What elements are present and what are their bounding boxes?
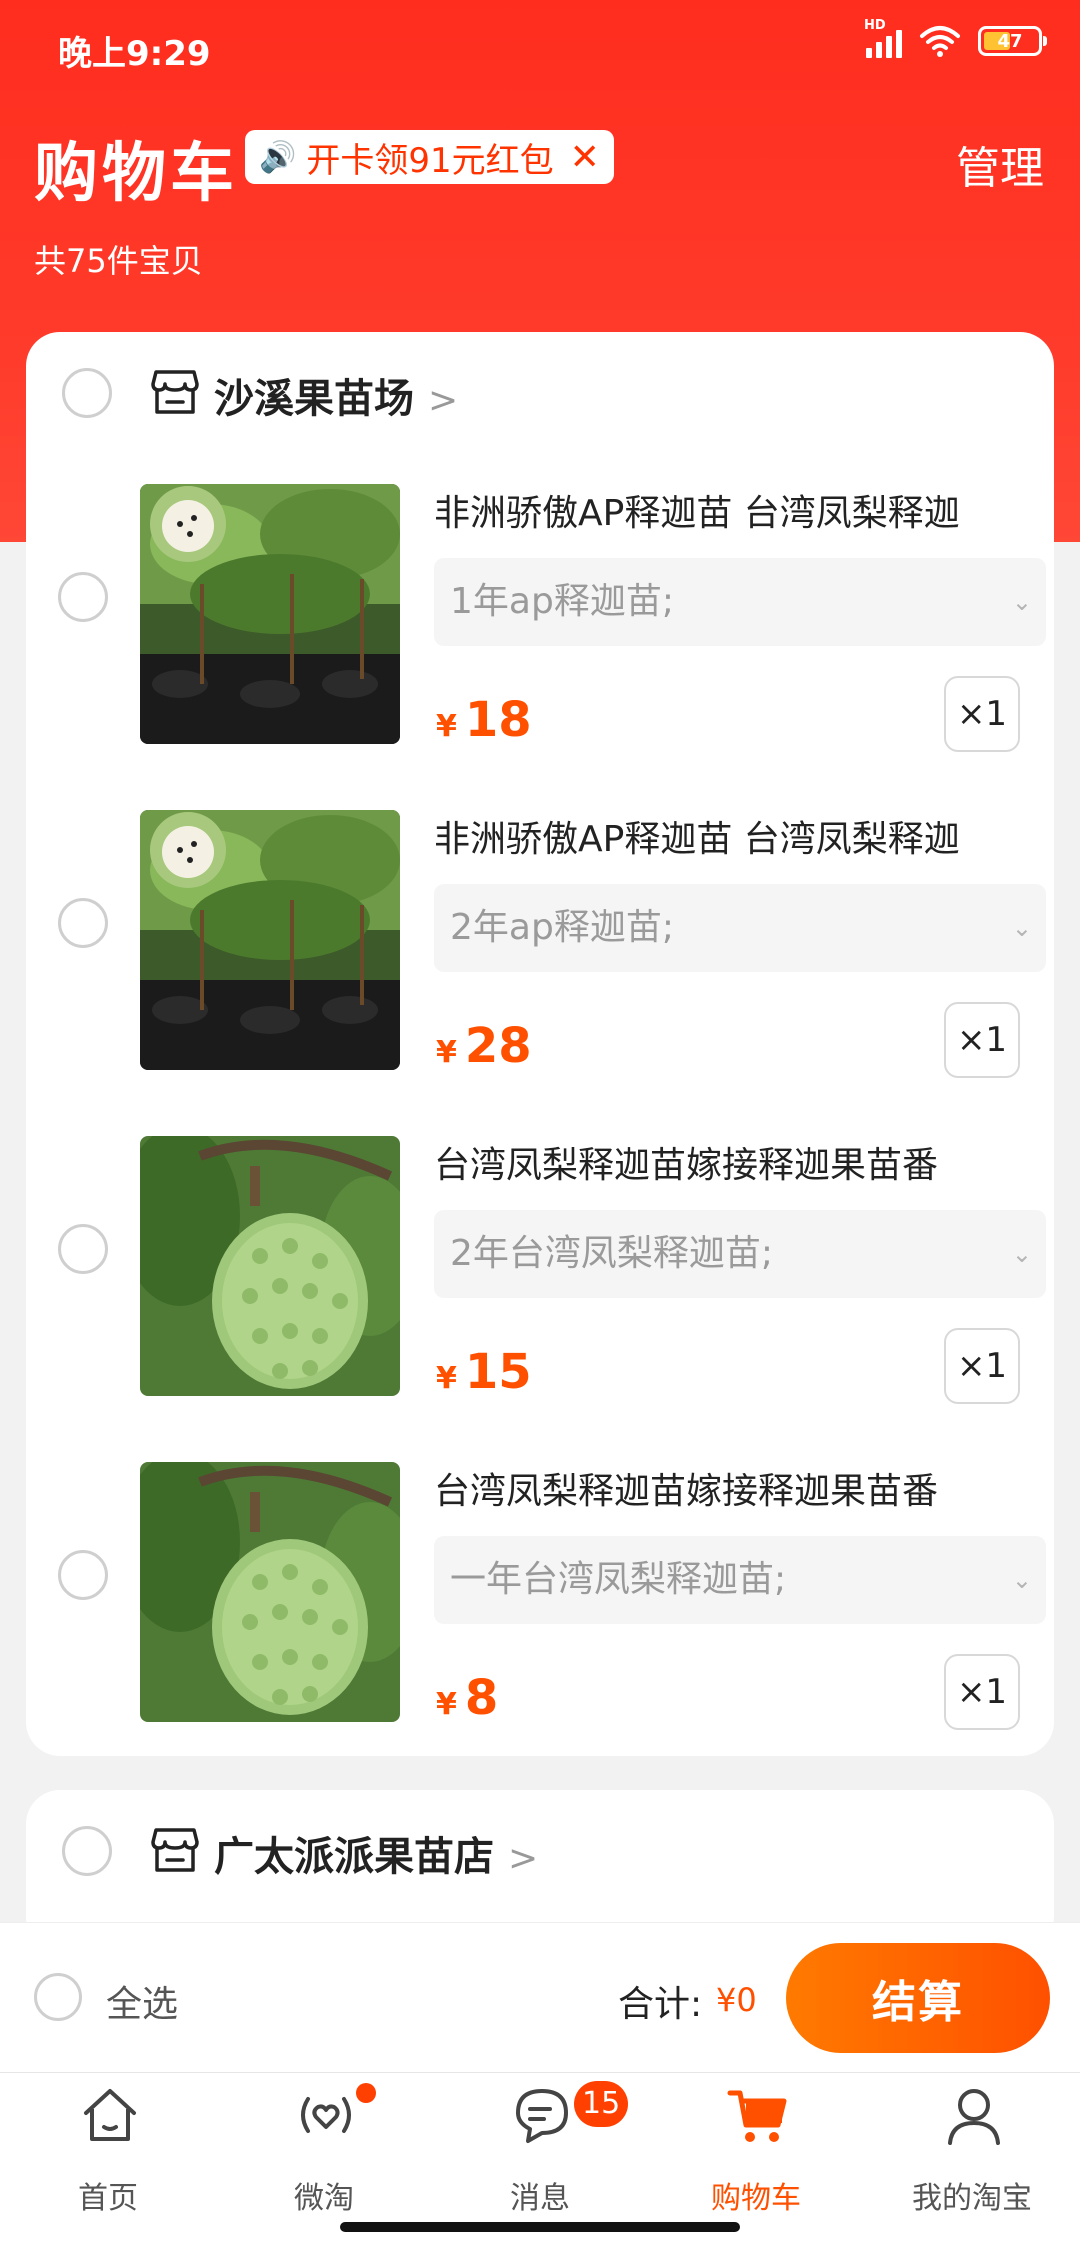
item-select-checkbox[interactable] — [58, 1550, 108, 1600]
shop-select-checkbox[interactable] — [62, 368, 112, 418]
promo-text: 开卡领91元红包 — [306, 140, 554, 181]
variant-selector[interactable]: 1年ap释迦苗; ⌄ — [434, 558, 1046, 646]
quantity-stepper[interactable]: ×1 — [944, 1328, 1020, 1404]
product-image[interactable] — [140, 810, 400, 1070]
wifi-icon — [920, 26, 960, 57]
chevron-right-icon: > — [428, 380, 459, 421]
cart-item: 非洲骄傲AP释迦苗 台湾凤梨释迦 1年ap释迦苗; ⌄ ¥18 ×1 — [26, 484, 1054, 752]
item-select-checkbox[interactable] — [58, 898, 108, 948]
close-icon[interactable]: ✕ — [570, 137, 600, 178]
notification-dot — [356, 2083, 376, 2103]
shop-card: 沙溪果苗场 > 非洲骄傲AP释迦苗 台湾凤梨释迦 1年ap释迦苗; ⌄ ¥ 18… — [26, 332, 1054, 1756]
item-price: ¥18 — [436, 692, 532, 748]
store-icon — [151, 1828, 199, 1872]
chevron-down-icon: ⌄ — [1011, 1240, 1032, 1268]
manage-button[interactable]: 管理 — [956, 132, 1044, 196]
tab-my-taobao[interactable]: 我的淘宝 — [864, 2073, 1080, 2248]
tab-label: 购物车 — [711, 2181, 801, 2216]
quantity-stepper[interactable]: ×1 — [944, 1002, 1020, 1078]
store-icon — [151, 370, 199, 414]
status-bar: 晚上9:29 HD 47 — [0, 0, 1080, 92]
shop-header[interactable]: 广太派派果苗店 > — [26, 1790, 1054, 1918]
quantity-stepper[interactable]: ×1 — [944, 1654, 1020, 1730]
total-label: 合计: — [618, 1984, 703, 2025]
shop-name[interactable]: 沙溪果苗场 > — [214, 366, 458, 424]
total-value: ¥0 — [716, 1981, 757, 2019]
chevron-down-icon: ⌄ — [1011, 1566, 1032, 1594]
item-title[interactable]: 非洲骄傲AP释迦苗 台湾凤梨释迦 — [434, 810, 1044, 862]
message-icon — [516, 2089, 568, 2143]
item-count: 共75件宝贝 — [34, 242, 203, 280]
page-title: 购物车 — [34, 137, 238, 211]
checkout-button[interactable]: 结算 — [786, 1943, 1050, 2053]
chevron-right-icon: > — [508, 1838, 539, 1879]
item-select-checkbox[interactable] — [58, 572, 108, 622]
product-image[interactable] — [140, 1136, 400, 1396]
cart-item: 台湾凤梨释迦苗嫁接释迦果苗番 一年台湾凤梨释迦苗; ⌄ ¥8 ×1 — [26, 1462, 1054, 1730]
home-indicator[interactable] — [340, 2222, 740, 2232]
home-icon — [84, 2089, 136, 2141]
status-icons: HD 47 — [864, 18, 1047, 58]
variant-selector[interactable]: 2年台湾凤梨释迦苗; ⌄ — [434, 1210, 1046, 1298]
chevron-down-icon: ⌄ — [1011, 588, 1032, 616]
cellular-signal-icon: HD — [864, 18, 902, 58]
tab-home[interactable]: 首页 — [0, 2073, 216, 2248]
battery-icon: 47 — [978, 26, 1047, 56]
item-select-checkbox[interactable] — [58, 1224, 108, 1274]
tab-label: 我的淘宝 — [912, 2181, 1032, 2216]
cart-item: 非洲骄傲AP释迦苗 台湾凤梨释迦 2年ap释迦苗; ⌄ ¥28 ×1 — [26, 810, 1054, 1078]
cart-icon — [727, 2090, 787, 2142]
item-title[interactable]: 非洲骄傲AP释迦苗 台湾凤梨释迦 — [434, 484, 1044, 536]
cart-item: 台湾凤梨释迦苗嫁接释迦果苗番 2年台湾凤梨释迦苗; ⌄ ¥15 ×1 — [26, 1136, 1054, 1404]
product-image[interactable] — [140, 484, 400, 744]
shop-select-checkbox[interactable] — [62, 1826, 112, 1876]
promo-banner[interactable]: 🔊 开卡领91元红包 ✕ — [245, 130, 614, 184]
tab-label: 首页 — [78, 2181, 138, 2216]
battery-level: 47 — [997, 30, 1023, 52]
select-all-label[interactable]: 全选 — [106, 1975, 178, 2027]
item-title[interactable]: 台湾凤梨释迦苗嫁接释迦果苗番 — [434, 1462, 1044, 1514]
variant-selector[interactable]: 一年台湾凤梨释迦苗; ⌄ — [434, 1536, 1046, 1624]
item-title[interactable]: 台湾凤梨释迦苗嫁接释迦果苗番 — [434, 1136, 1044, 1188]
chevron-down-icon: ⌄ — [1011, 914, 1032, 942]
item-price: ¥15 — [436, 1344, 532, 1400]
status-time: 晚上9:29 — [58, 34, 211, 74]
checkout-bar: 全选 合计: ¥0 结算 — [0, 1922, 1080, 2072]
quantity-stepper[interactable]: ×1 — [944, 676, 1020, 752]
item-price: ¥28 — [436, 1018, 532, 1074]
shop-header[interactable]: 沙溪果苗场 > — [26, 332, 1054, 460]
message-count-badge: 15 — [574, 2081, 629, 2127]
weitao-icon — [301, 2097, 351, 2133]
tab-label: 微淘 — [294, 2181, 354, 2216]
profile-icon — [948, 2089, 1000, 2145]
speaker-icon: 🔊 — [259, 139, 297, 175]
product-image[interactable] — [140, 1462, 400, 1722]
shop-name[interactable]: 广太派派果苗店 > — [214, 1824, 538, 1882]
item-price: ¥8 — [436, 1670, 499, 1726]
variant-selector[interactable]: 2年ap释迦苗; ⌄ — [434, 884, 1046, 972]
tab-label: 消息 — [510, 2181, 570, 2216]
select-all-checkbox[interactable] — [34, 1973, 82, 2021]
